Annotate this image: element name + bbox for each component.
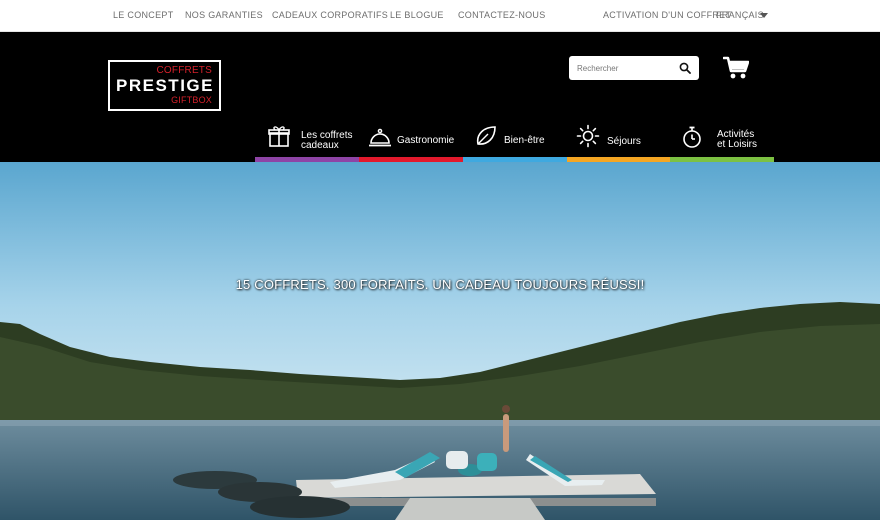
top-utility-bar: LE CONCEPT NOS GARANTIES CADEAUX CORPORA… bbox=[0, 0, 880, 32]
link-nos-garanties[interactable]: NOS GARANTIES bbox=[185, 10, 263, 20]
chevron-down-icon[interactable] bbox=[760, 13, 768, 18]
cloche-icon bbox=[369, 128, 391, 147]
link-cadeaux-corporatifs[interactable]: CADEAUX CORPORATIFS bbox=[272, 10, 388, 20]
sun-icon bbox=[576, 124, 600, 148]
leaf-icon bbox=[476, 126, 496, 145]
nav-label-line1: Séjours bbox=[607, 136, 641, 147]
nav-label-line2: cadeaux bbox=[301, 140, 339, 151]
hero-banner: 15 COFFRETS. 300 FORFAITS. UN CADEAU TOU… bbox=[0, 162, 880, 520]
nav-item-bien-etre[interactable]: Bien-être bbox=[463, 122, 567, 162]
logo-main-text: PRESTIGE bbox=[116, 76, 214, 95]
logo-top-text: COFFRETS bbox=[156, 65, 212, 76]
hero-lake-image bbox=[0, 162, 880, 520]
nav-item-sejours[interactable]: Séjours bbox=[567, 122, 671, 162]
search-icon[interactable] bbox=[679, 62, 691, 74]
link-contactez-nous[interactable]: CONTACTEZ-NOUS bbox=[458, 10, 546, 20]
nav-label-line2: et Loisirs bbox=[717, 139, 758, 150]
link-activation-coffret[interactable]: ACTIVATION D'UN COFFRET bbox=[603, 10, 731, 20]
logo-bottom-text: GIFTBOX bbox=[171, 95, 212, 105]
nav-label-line1: Bien-être bbox=[504, 135, 545, 146]
link-le-blogue[interactable]: LE BLOGUE bbox=[390, 10, 444, 20]
site-header: COFFRETS PRESTIGE GIFTBOX Les coffrets c… bbox=[0, 32, 880, 162]
gift-icon bbox=[268, 126, 290, 147]
nav-item-activites-loisirs[interactable]: Activités et Loisirs bbox=[670, 122, 774, 162]
nav-item-gastronomie[interactable]: Gastronomie bbox=[359, 122, 463, 162]
stopwatch-icon bbox=[683, 126, 701, 148]
cart-icon[interactable] bbox=[723, 56, 749, 80]
nav-item-coffrets-cadeaux[interactable]: Les coffrets cadeaux bbox=[255, 122, 359, 162]
search-box bbox=[569, 56, 699, 80]
logo[interactable]: COFFRETS PRESTIGE GIFTBOX bbox=[108, 60, 221, 111]
hero-tagline: 15 COFFRETS. 300 FORFAITS. UN CADEAU TOU… bbox=[235, 277, 645, 292]
nav-label-line1: Gastronomie bbox=[397, 135, 455, 146]
language-selector[interactable]: FRANÇAIS bbox=[716, 10, 764, 20]
link-le-concept[interactable]: LE CONCEPT bbox=[113, 10, 174, 20]
search-input[interactable] bbox=[569, 56, 675, 80]
